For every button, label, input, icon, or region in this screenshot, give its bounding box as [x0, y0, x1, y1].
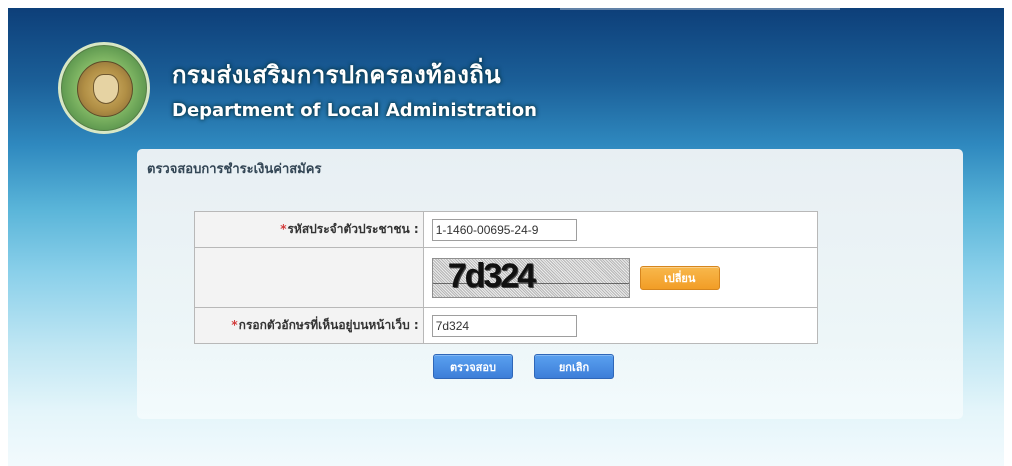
department-seal-icon: [58, 42, 150, 134]
top-highlight: [560, 8, 840, 10]
captcha-input[interactable]: [431, 314, 577, 337]
citizen-id-value-cell: [422, 211, 819, 248]
required-asterisk: *: [280, 222, 287, 236]
check-button[interactable]: ตรวจสอบ: [433, 354, 513, 379]
citizen-id-row: *รหัสประจำตัวประชาชน :: [194, 211, 819, 248]
form-actions: ตรวจสอบ ยกเลิก: [433, 354, 614, 379]
verification-form-table: *รหัสประจำตัวประชาชน : 7d324 เปลี่ยน: [194, 211, 819, 344]
site-title-block: กรมส่งเสริมการปกครองท้องถิ่น Department …: [172, 55, 537, 121]
captcha-input-label-cell: *กรอกตัวอักษรที่เห็นอยู่บนหน้าเว็บ :: [194, 307, 424, 344]
citizen-id-label: รหัสประจำตัวประชาชน :: [287, 222, 419, 236]
captcha-row: 7d324 เปลี่ยน: [194, 247, 819, 308]
captcha-wrap: 7d324 เปลี่ยน: [431, 257, 817, 298]
panel-title: ตรวจสอบการชำระเงินค่าสมัคร: [147, 162, 322, 177]
captcha-input-label: กรอกตัวอักษรที่เห็นอยู่บนหน้าเว็บ :: [238, 318, 419, 332]
seal-inner-ring: [77, 61, 133, 117]
change-captcha-button[interactable]: เปลี่ยน: [639, 265, 720, 290]
cancel-button[interactable]: ยกเลิก: [534, 354, 614, 379]
citizen-id-label-cell: *รหัสประจำตัวประชาชน :: [194, 211, 424, 248]
captcha-empty-label-cell: [194, 247, 424, 308]
captcha-value-cell: 7d324 เปลี่ยน: [422, 247, 819, 308]
site-header: กรมส่งเสริมการปกครองท้องถิ่น Department …: [58, 38, 537, 138]
site-title-english: Department of Local Administration: [172, 100, 537, 121]
captcha-input-row: *กรอกตัวอักษรที่เห็นอยู่บนหน้าเว็บ :: [194, 307, 819, 344]
site-title-thai: กรมส่งเสริมการปกครองท้องถิ่น: [172, 61, 502, 89]
page: กรมส่งเสริมการปกครองท้องถิ่น Department …: [0, 0, 1012, 466]
captcha-image: 7d324: [431, 257, 630, 298]
citizen-id-input[interactable]: [431, 218, 577, 241]
captcha-code: 7d324: [447, 257, 536, 295]
seal-emblem-icon: [93, 74, 119, 104]
captcha-input-value-cell: [422, 307, 819, 344]
payment-check-panel: ตรวจสอบการชำระเงินค่าสมัคร *รหัสประจำตัว…: [137, 149, 963, 419]
required-asterisk: *: [231, 318, 238, 332]
